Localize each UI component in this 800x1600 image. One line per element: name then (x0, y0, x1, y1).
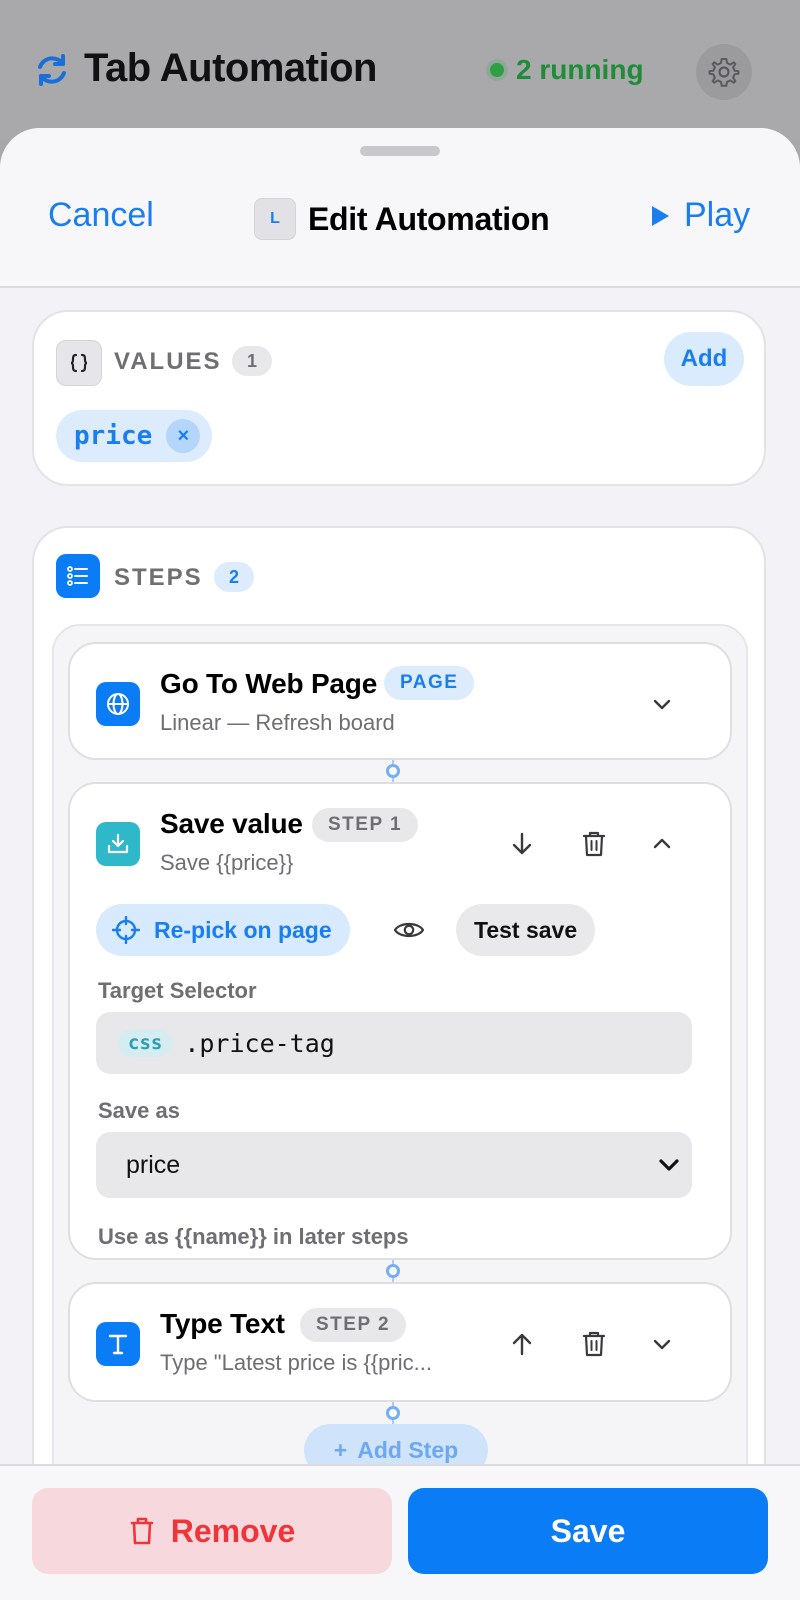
sync-icon (38, 54, 66, 86)
step-subtitle: Linear — Refresh board (160, 710, 395, 735)
step-tag: STEP 2 (300, 1308, 407, 1342)
target-selector-field[interactable]: css .price-tag (96, 1012, 692, 1074)
globe-icon (96, 682, 140, 726)
running-status-label: 2 running (516, 54, 644, 85)
target-selector-label: Target Selector (98, 978, 257, 1003)
chevron-down-icon (653, 699, 671, 710)
save-as-hint: Use as {{name}} in later steps (98, 1224, 409, 1249)
save-button[interactable]: Save (408, 1488, 768, 1574)
value-chip-label: price (74, 421, 153, 451)
sheet-grabber[interactable] (360, 146, 440, 156)
steps-list: Go To Web Page PAGE Linear — Refresh boa… (52, 624, 748, 1544)
step-title: Save value (160, 808, 303, 839)
settings-button[interactable] (696, 44, 752, 100)
values-count-badge: 1 (232, 346, 272, 376)
step-connector (386, 1264, 400, 1278)
add-value-button[interactable]: Add (664, 332, 744, 386)
gear-icon (708, 58, 740, 87)
bottom-action-bar: Remove Save (0, 1464, 800, 1600)
step-tag: STEP 1 (312, 808, 419, 842)
app-title: Tab Automation (84, 46, 377, 90)
steps-label: STEPS (114, 564, 203, 591)
play-icon (652, 205, 669, 226)
automation-badge: L (254, 198, 296, 240)
remove-label: Remove (170, 1512, 296, 1549)
step-title: Go To Web Page (160, 668, 378, 699)
sheet-title: Edit Automation (308, 200, 550, 237)
trash-icon (582, 1331, 606, 1357)
step-connector (386, 764, 400, 778)
value-chip[interactable]: price × (56, 410, 213, 462)
step-go-to-web-page[interactable]: Go To Web Page PAGE Linear — Refresh boa… (68, 642, 732, 760)
expand-step-button[interactable] (640, 1322, 684, 1366)
values-section: VALUES 1 Add price × (32, 310, 766, 486)
edit-automation-sheet: Cancel L Edit Automation Play VALUES 1 A… (0, 128, 800, 1600)
step-connector (386, 1406, 400, 1420)
download-icon (96, 822, 140, 866)
collapse-step-button[interactable] (640, 822, 684, 866)
braces-icon (56, 340, 102, 386)
cancel-button[interactable]: Cancel (48, 196, 154, 235)
list-icon (56, 554, 100, 598)
trash-icon (130, 1517, 154, 1545)
step-subtitle: Save {{price}} (160, 850, 294, 875)
selector-value: .price-tag (184, 1028, 335, 1058)
plus-icon: + (333, 1436, 348, 1463)
chevron-up-icon (653, 838, 671, 849)
values-label: VALUES (114, 348, 222, 375)
expand-step-button[interactable] (640, 682, 684, 726)
delete-step-button[interactable] (572, 822, 616, 866)
sheet-title-group: L Edit Automation (254, 198, 550, 240)
move-step-down-button[interactable] (500, 822, 544, 866)
app-header: Tab Automation 2 running (0, 0, 800, 140)
trash-icon (582, 831, 606, 857)
running-status: 2 running (490, 54, 644, 86)
arrow-up-icon (512, 1333, 532, 1356)
sheet-header: Cancel L Edit Automation Play (0, 128, 800, 288)
test-save-button[interactable]: Test save (456, 904, 596, 956)
move-step-up-button[interactable] (500, 1322, 544, 1366)
chevron-down-icon (653, 1339, 671, 1350)
crosshair-icon (112, 916, 140, 944)
arrow-down-icon (512, 832, 532, 855)
step-save-value[interactable]: Save value STEP 1 Save {{price}} Re-pick… (68, 782, 732, 1260)
remove-value-button[interactable]: × (166, 419, 201, 453)
step-title: Type Text (160, 1308, 285, 1339)
save-as-select[interactable]: price (96, 1132, 692, 1198)
eye-icon (393, 922, 425, 938)
chevron-down-icon (659, 1159, 679, 1171)
play-button[interactable]: Play (650, 196, 750, 235)
step-type-text[interactable]: Type Text STEP 2 Type "Latest price is {… (68, 1282, 732, 1402)
step-subtitle: Type "Latest price is {{pric... (160, 1350, 432, 1375)
running-dot-icon (490, 63, 504, 77)
remove-button[interactable]: Remove (32, 1488, 392, 1574)
repick-on-page-button[interactable]: Re-pick on page (96, 904, 350, 956)
steps-count-badge: 2 (214, 562, 254, 592)
save-as-label: Save as (98, 1098, 180, 1123)
delete-step-button[interactable] (572, 1322, 616, 1366)
save-as-value: price (126, 1150, 181, 1179)
play-label: Play (684, 196, 751, 234)
step-tag: PAGE (384, 666, 475, 700)
text-icon (96, 1322, 140, 1366)
repick-label: Re-pick on page (154, 916, 332, 943)
selector-type-tag: css (118, 1029, 173, 1057)
add-step-label: Add Step (357, 1436, 459, 1463)
preview-selector-button[interactable] (386, 908, 432, 952)
steps-section: STEPS 2 Go To Web Page PAGE Linear — Ref… (32, 526, 766, 1544)
